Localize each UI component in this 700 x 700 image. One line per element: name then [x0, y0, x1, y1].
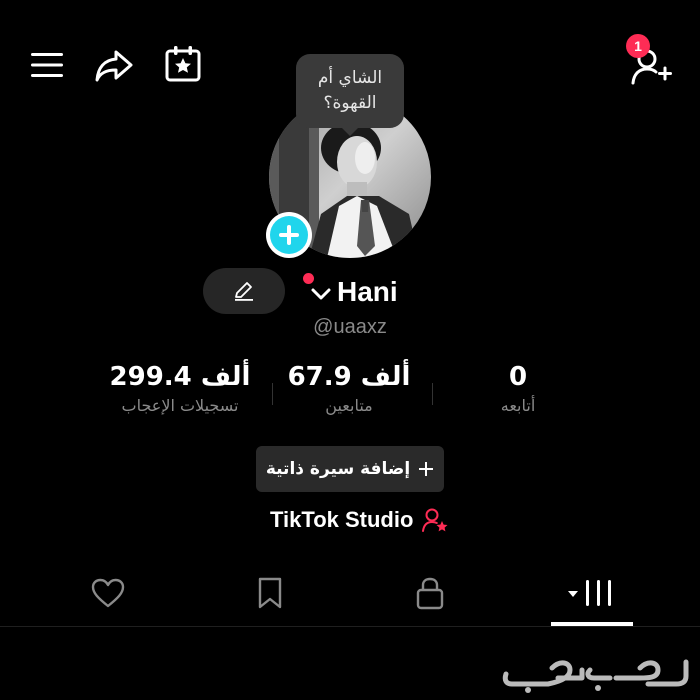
calendar-star-icon [165, 46, 201, 82]
bio-label: إضافة سيرة ذاتية [265, 459, 411, 479]
haraj-logo [502, 659, 689, 693]
stat-divider [272, 383, 273, 405]
tab-liked[interactable] [78, 566, 138, 620]
tab-saved[interactable] [240, 566, 300, 620]
bubble-line-2: القهوة؟ [323, 93, 377, 113]
share-button[interactable] [92, 46, 136, 86]
followers-label: متابعين [325, 396, 373, 415]
profile-name: Hani [337, 276, 398, 307]
heart-icon [91, 578, 125, 608]
notification-badge: 1 [626, 34, 650, 58]
bubble-line-1: الشاي أم [317, 68, 383, 88]
share-icon [95, 50, 133, 82]
profile-handle: @uaaxz [313, 316, 387, 338]
following-count: 0 [508, 362, 528, 392]
plus-icon [419, 462, 434, 476]
pencil-icon [235, 282, 253, 301]
bookmark-icon [258, 577, 282, 609]
add-avatar-button[interactable] [266, 212, 312, 258]
followers-count: 67.9 ألف [287, 362, 411, 392]
creator-star-icon [422, 508, 448, 532]
following-label: أتابعه [500, 396, 536, 415]
edit-profile-button[interactable] [203, 268, 285, 314]
plus-icon [279, 225, 299, 245]
menu-icon [31, 53, 63, 77]
stat-followers[interactable]: 67.9 ألف متابعين [284, 362, 414, 415]
studio-label: TikTok Studio [270, 507, 414, 532]
tab-videos[interactable] [556, 566, 628, 620]
videos-grid-icon [568, 580, 611, 606]
stat-divider [432, 383, 433, 405]
add-bio-button[interactable]: إضافة سيرة ذاتية [256, 446, 444, 492]
stat-likes[interactable]: 299.4 ألف تسجيلات الإعجاب [100, 362, 260, 415]
tea-or-coffee-bubble[interactable]: الشاي أم القهوة؟ [296, 54, 404, 136]
tab-private[interactable] [400, 566, 460, 620]
likes-label: تسجيلات الإعجاب [121, 396, 239, 415]
haraj-watermark [498, 648, 694, 694]
tabs-divider [0, 626, 700, 627]
account-switcher[interactable]: Hani [303, 272, 398, 312]
likes-count: 299.4 ألف [109, 362, 251, 392]
menu-button[interactable] [28, 48, 66, 82]
stat-following[interactable]: 0 أتابعه [470, 362, 566, 415]
chevron-down-icon [311, 288, 331, 300]
calendar-button[interactable] [161, 43, 205, 85]
tiktok-studio-link[interactable]: TikTok Studio [270, 507, 449, 533]
lock-icon [416, 577, 444, 610]
